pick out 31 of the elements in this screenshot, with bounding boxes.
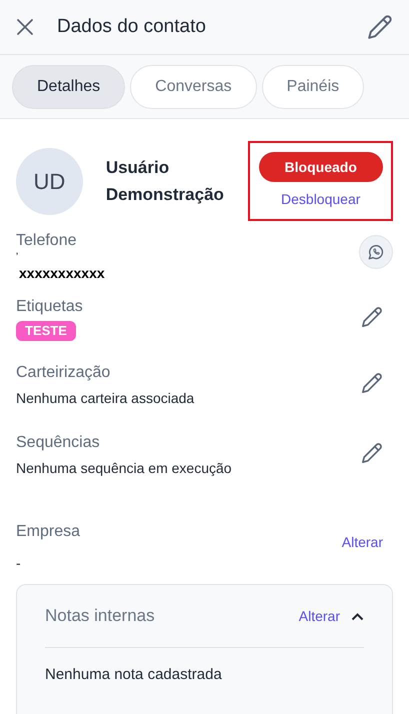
tab[interactable]: Detalhes bbox=[12, 64, 126, 108]
notes-title: Notas internas bbox=[45, 605, 156, 628]
notes-change-link[interactable]: Alterar bbox=[298, 606, 340, 626]
field-label: Telefone bbox=[16, 231, 78, 251]
pencil-icon[interactable] bbox=[361, 442, 383, 464]
field-label: Empresa bbox=[16, 522, 80, 542]
field-value: Nenhuma sequência em execução bbox=[16, 459, 232, 478]
phone-prefix: ʼ bbox=[16, 252, 20, 264]
change-link[interactable]: Alterar bbox=[342, 534, 383, 550]
chat-bubble-icon bbox=[367, 243, 385, 261]
field-value: Nenhuma carteira associada bbox=[16, 389, 194, 408]
chevron-icon[interactable] bbox=[351, 612, 364, 620]
pencil-icon[interactable] bbox=[361, 306, 383, 328]
header-title: Dados do contato bbox=[57, 14, 207, 39]
close-icon[interactable] bbox=[16, 18, 34, 36]
notes-empty-text: Nenhuma nota cadastrada bbox=[45, 666, 222, 683]
contact-name: Usuário Demonstração bbox=[106, 157, 225, 206]
tag-label: TESTE bbox=[16, 321, 76, 341]
tab[interactable]: Conversas bbox=[130, 64, 257, 108]
field-label: Carteirização bbox=[16, 363, 112, 383]
field-label: Sequências bbox=[16, 433, 101, 453]
field-label: Etiquetas bbox=[16, 297, 83, 317]
phone-value: xxxxxxxxxxx bbox=[19, 264, 105, 282]
pencil-icon[interactable] bbox=[361, 372, 383, 394]
field-value: - bbox=[16, 554, 22, 573]
unblock-link[interactable]: Desbloquear bbox=[281, 189, 360, 210]
whatsapp-button[interactable] bbox=[359, 235, 393, 269]
pencil-icon[interactable] bbox=[367, 14, 393, 40]
tab[interactable]: Painéis bbox=[262, 64, 364, 108]
avatar: UD bbox=[16, 148, 83, 214]
blocked-badge: Bloqueado bbox=[258, 152, 383, 182]
